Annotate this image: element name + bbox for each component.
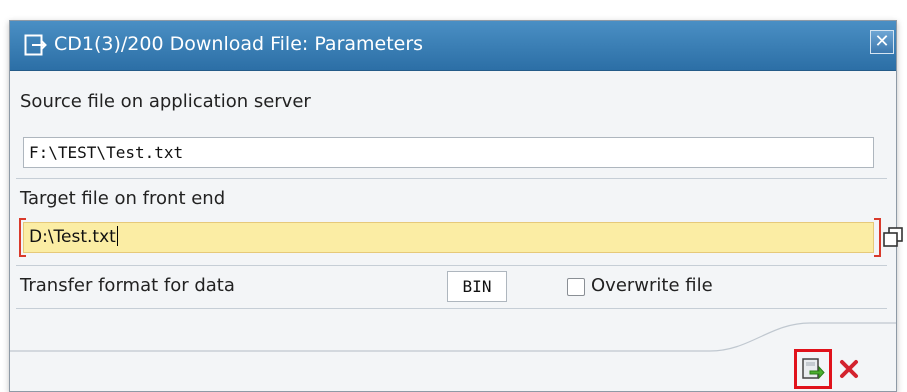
close-icon[interactable]: ✕	[870, 30, 894, 54]
continue-icon	[802, 358, 825, 380]
dialog-footer	[10, 321, 896, 392]
dialog-titlebar[interactable]: CD1(3)/200 Download File: Parameters ✕	[10, 21, 896, 71]
divider	[16, 178, 887, 179]
footer-curve	[10, 322, 896, 352]
continue-button[interactable]	[799, 355, 827, 383]
dialog-title: CD1(3)/200 Download File: Parameters	[54, 33, 424, 55]
overwrite-file-label: Overwrite file	[591, 275, 713, 296]
download-file-dialog: CD1(3)/200 Download File: Parameters ✕ S…	[9, 20, 903, 392]
transfer-format-input[interactable]: BIN	[447, 271, 507, 302]
source-file-input[interactable]: F:\TEST\Test.txt	[23, 137, 874, 168]
parameters-panel: Source file on application server F:\TES…	[16, 78, 903, 321]
value-help-icon[interactable]	[882, 226, 904, 248]
cancel-icon	[840, 360, 858, 378]
text-cursor	[116, 226, 118, 246]
cancel-button[interactable]	[835, 355, 863, 383]
source-file-label: Source file on application server	[20, 91, 311, 112]
divider	[16, 265, 887, 266]
transfer-format-label: Transfer format for data	[20, 275, 235, 296]
target-file-value: D:\Test.txt	[29, 227, 116, 247]
target-file-input[interactable]: D:\Test.txt	[23, 222, 874, 253]
required-marker-right	[874, 218, 881, 257]
dialog-arrow-icon	[24, 34, 47, 56]
divider	[16, 308, 887, 309]
overwrite-file-checkbox[interactable]	[567, 278, 585, 296]
target-file-label: Target file on front end	[20, 188, 226, 209]
